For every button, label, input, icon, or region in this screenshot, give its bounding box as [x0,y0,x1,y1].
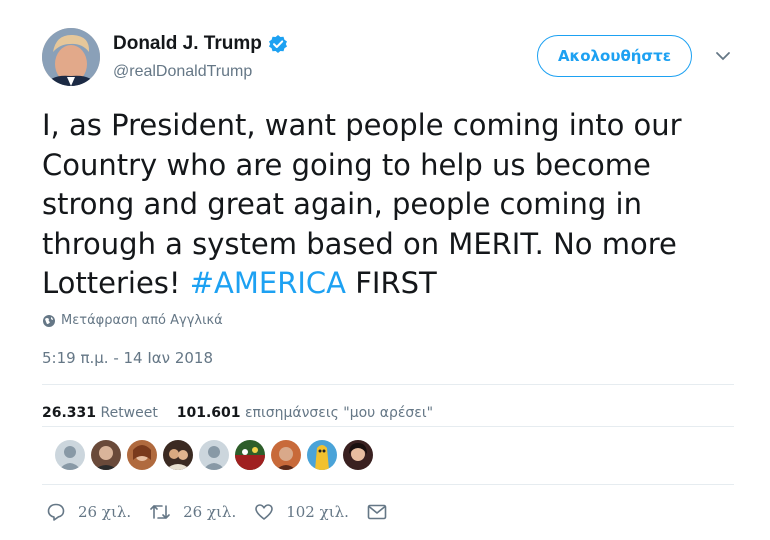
hashtag-link[interactable]: #AMERICA [190,266,346,300]
liker-avatar[interactable] [271,440,301,470]
reply-count: 26 χιλ. [78,503,132,521]
translate-label[interactable]: Μετάφραση από Αγγλικά [61,313,223,328]
direct-message-button[interactable] [367,503,399,521]
like-label[interactable]: επισημάνσεις "μου αρέσει" [245,405,433,421]
tweet-text: I, as President, want people coming into… [42,106,732,304]
liker-avatar[interactable] [55,440,85,470]
retweet-action-count: 26 χιλ. [183,503,237,521]
like-action-count: 102 χιλ. [286,503,349,521]
translate-link[interactable]: Μετάφραση από Αγγλικά [42,313,223,328]
display-name[interactable]: Donald J. Trump [113,33,262,55]
globe-icon [42,314,56,328]
liker-avatar[interactable] [163,440,193,470]
tweet-tail: FIRST [346,266,437,300]
retweet-button[interactable]: 26 χιλ. [149,502,236,522]
liker-avatar[interactable] [199,440,229,470]
like-count[interactable]: 101.601 [177,405,241,421]
liker-avatar[interactable] [127,440,157,470]
chevron-down-icon[interactable] [714,49,732,63]
like-button[interactable]: 102 χιλ. [254,502,349,522]
envelope-icon [367,504,387,520]
liker-avatar[interactable] [343,440,373,470]
follow-button[interactable]: Ακολουθήστε [537,35,692,77]
tweet-timestamp[interactable]: 5:19 π.μ. - 14 Ιαν 2018 [42,349,213,367]
profile-avatar[interactable] [42,28,100,86]
reply-button[interactable]: 26 χιλ. [46,502,131,522]
liker-avatar[interactable] [235,440,265,470]
tweet-actions: 26 χιλ. 26 χιλ. 102 χιλ. [46,502,417,522]
reply-icon [47,503,65,521]
retweet-icon [150,505,170,519]
liker-avatars [55,440,373,470]
tweet-stats: 26.331 Retweet 101.601 επισημάνσεις "μου… [42,405,433,421]
liker-avatar[interactable] [91,440,121,470]
retweet-count[interactable]: 26.331 [42,405,96,421]
user-handle[interactable]: @realDonaldTrump [113,63,252,81]
divider [42,484,734,485]
verified-badge-icon [268,34,288,54]
liker-avatar[interactable] [307,440,337,470]
heart-icon [255,504,274,520]
divider [42,384,734,385]
divider [42,426,734,427]
retweet-label[interactable]: Retweet [100,405,157,421]
